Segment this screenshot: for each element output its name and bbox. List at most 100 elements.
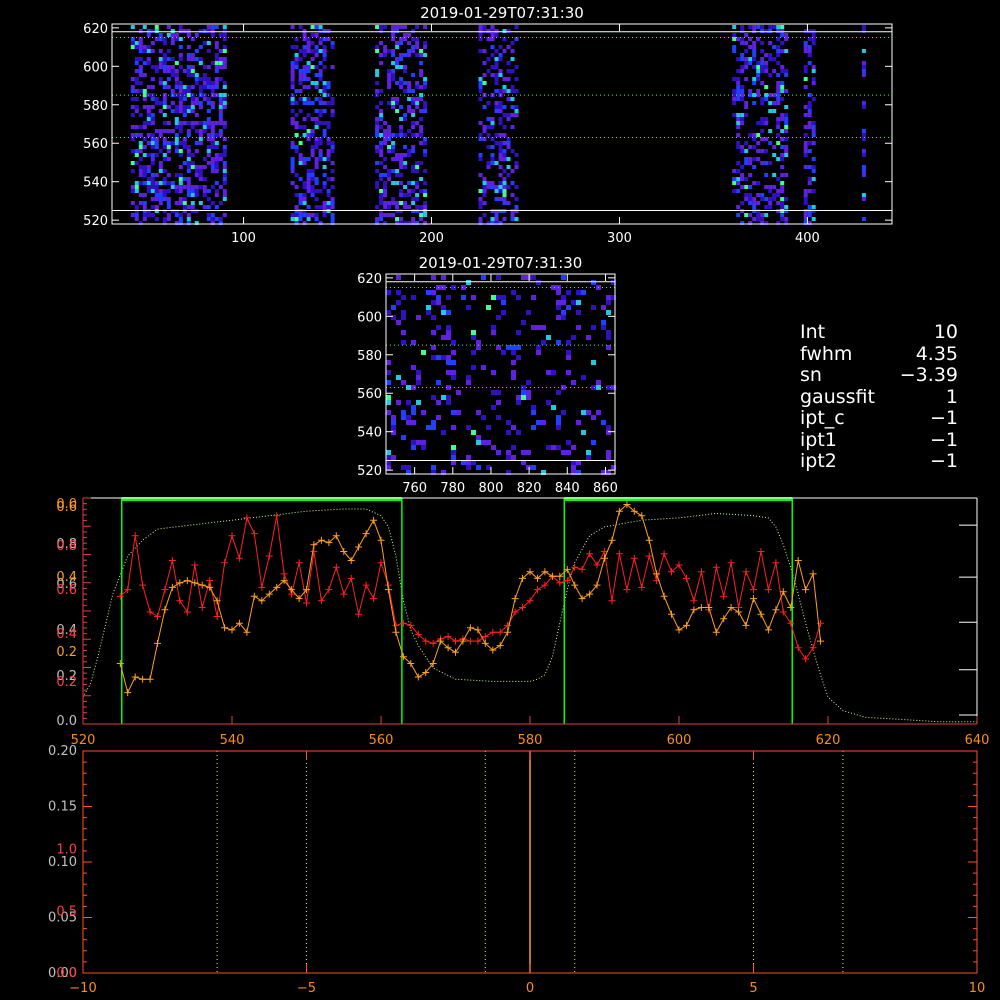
heatmap-pixel	[134, 153, 139, 157]
heatmap-pixel	[322, 213, 327, 217]
heatmap-pixel	[768, 161, 773, 165]
heatmap-pixel	[521, 390, 526, 395]
heatmap-pixel	[756, 121, 761, 125]
heatmap-pixel	[190, 189, 195, 193]
heatmap-pixel	[399, 173, 404, 177]
heatmap-pixel	[423, 193, 428, 197]
heatmap-pixel	[306, 133, 311, 137]
heatmap-pixel	[466, 455, 471, 460]
heatmap-pixel	[387, 129, 392, 133]
heatmap-pixel	[807, 205, 812, 209]
heatmap-pixel	[498, 57, 503, 61]
heatmap-pixel	[190, 97, 195, 101]
heatmap-pixel	[441, 285, 446, 290]
heatmap-pixel	[780, 81, 785, 85]
heatmap-pixel	[780, 157, 785, 161]
heatmap-pixel	[811, 129, 816, 133]
heatmap-pixel	[451, 450, 456, 455]
heatmap-pixel	[776, 97, 781, 101]
heatmap-pixel	[466, 375, 471, 380]
heatmap-pixel	[178, 217, 183, 221]
heatmap-pixel	[807, 113, 812, 117]
heatmap-pixel	[170, 41, 175, 45]
heatmap-pixel	[423, 41, 428, 45]
heatmap-pixel	[407, 41, 412, 45]
heatmap-pixel	[811, 217, 816, 221]
heatmap-pixel	[310, 145, 315, 149]
heatmap-pixel	[764, 97, 769, 101]
heatmap-pixel	[214, 81, 219, 85]
heatmap-pixel	[314, 85, 319, 89]
heatmap-pixel	[407, 129, 412, 133]
heatmap-pixel	[780, 25, 785, 29]
heatmap-pixel	[298, 89, 303, 93]
heatmap-pixel	[772, 25, 777, 29]
heatmap-pixel	[322, 53, 327, 57]
heatmap-pixel	[482, 181, 487, 185]
heatmap-pixel	[740, 25, 745, 29]
heatmap-pixel	[752, 81, 757, 85]
heatmap-pixel	[379, 153, 384, 157]
heatmap-pixel	[494, 65, 499, 69]
heatmap-pixel	[174, 133, 179, 137]
heatmap-pixel	[411, 165, 416, 169]
heatmap-pixel	[423, 213, 428, 217]
heatmap-pixel	[298, 109, 303, 113]
heatmap-pixel	[403, 89, 408, 93]
heatmap-pixel	[186, 33, 191, 37]
heatmap-pixel	[764, 61, 769, 65]
heatmap-pixel	[190, 85, 195, 89]
heatmap-pixel	[202, 189, 207, 193]
heatmap-pixel	[421, 410, 426, 415]
heatmap-pixel	[379, 109, 384, 113]
heatmap-pixel	[784, 73, 789, 77]
heatmap-pixel	[138, 29, 143, 33]
heatmap-pixel	[158, 49, 163, 53]
heatmap-pixel	[780, 69, 785, 73]
heatmap-pixel	[391, 61, 396, 65]
heatmap-pixel	[811, 205, 816, 209]
heatmap-pixel	[174, 117, 179, 121]
heatmap-pixel	[194, 185, 199, 189]
heatmap-pixel	[306, 61, 311, 65]
heatmap-pixel	[138, 145, 143, 149]
x-tick-label: 300	[607, 231, 632, 246]
heatmap-pixel	[182, 197, 187, 201]
heatmap-pixel	[166, 25, 171, 29]
heatmap-pixel	[803, 141, 808, 145]
heatmap-pixel	[218, 49, 223, 53]
heatmap-pixel	[556, 445, 561, 450]
heatmap-pixel	[182, 85, 187, 89]
heatmap-pixel	[330, 213, 335, 217]
heatmap-pixel	[803, 133, 808, 137]
heatmap-pixel	[375, 161, 380, 165]
heatmap-pixel	[514, 197, 519, 201]
heatmap-pixel	[302, 197, 307, 201]
heatmap-pixel	[498, 197, 503, 201]
heatmap-pixel	[386, 410, 391, 415]
y-tick-label: 600	[83, 60, 108, 75]
heatmap-pixel	[811, 65, 816, 69]
heatmap-pixel	[134, 125, 139, 129]
heatmap-pixel	[194, 193, 199, 197]
heatmap-pixel	[415, 121, 420, 125]
heatmap-pixel	[772, 69, 777, 73]
heatmap-pixel	[446, 335, 451, 340]
heatmap-pixel	[401, 380, 406, 385]
heatmap-pixel	[375, 133, 380, 137]
heatmap-pixel	[174, 189, 179, 193]
heatmap-pixel	[551, 405, 556, 410]
heatmap-pixel	[506, 455, 511, 460]
heatmap-pixel	[752, 205, 757, 209]
heatmap-pixel	[150, 41, 155, 45]
heatmap-pixel	[744, 161, 749, 165]
heatmap-pixel	[476, 440, 481, 445]
info-row-ipt2: ipt2 −1	[800, 450, 990, 473]
heatmap-pixel	[314, 125, 319, 129]
heatmap-pixel	[803, 189, 808, 193]
heatmap-pixel	[760, 69, 765, 73]
heatmap-pixel	[134, 81, 139, 85]
heatmap-pixel	[134, 77, 139, 81]
heatmap-pixel	[566, 350, 571, 355]
heatmap-pixel	[166, 145, 171, 149]
